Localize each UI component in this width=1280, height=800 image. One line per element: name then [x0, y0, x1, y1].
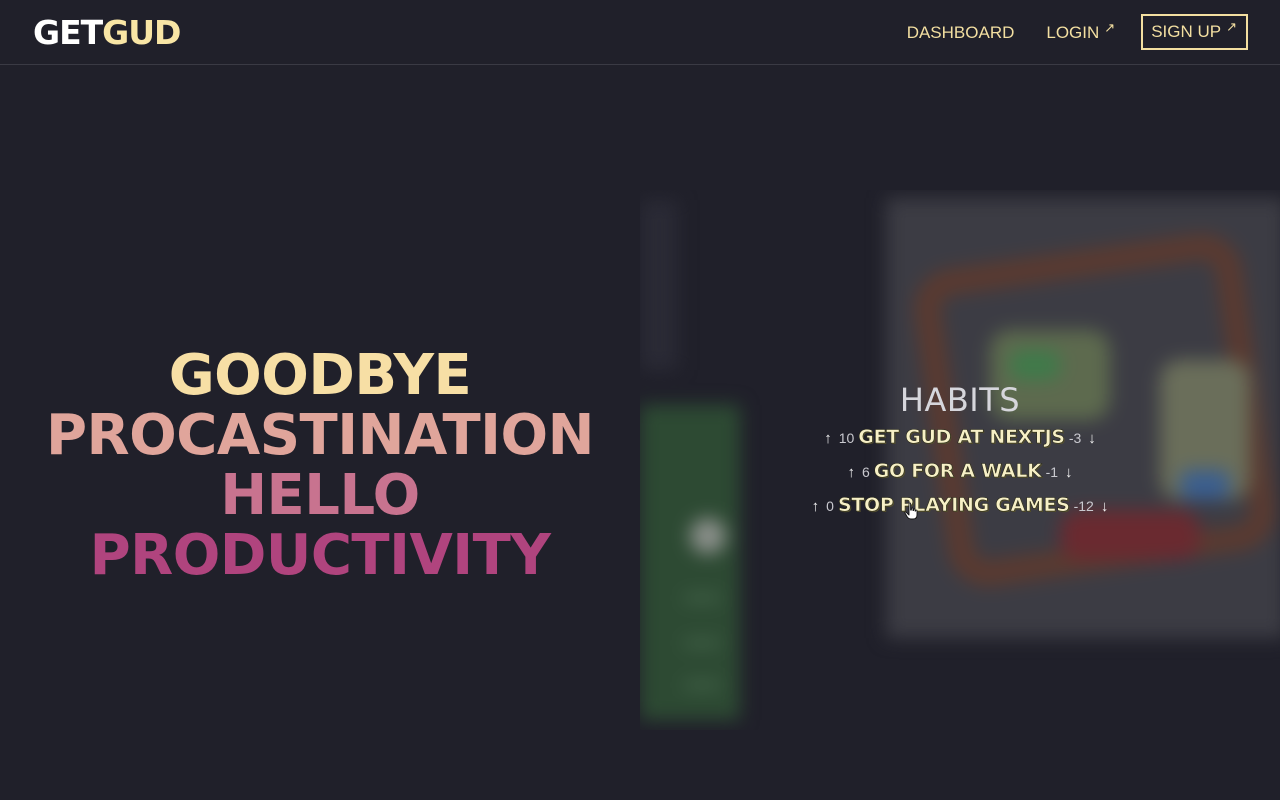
habits-title: HABITS [899, 381, 1021, 419]
logo-part-gud: GUD [102, 12, 181, 52]
habit-down-count: -1 [1045, 464, 1059, 480]
arrow-down-icon[interactable]: ↓ [1088, 422, 1096, 456]
habit-row: ↑ 0 STOP PLAYING GAMES -12 ↓ [640, 488, 1280, 522]
habit-name: STOP PLAYING GAMES [837, 494, 1071, 517]
habit-up-count: 0 [826, 498, 834, 514]
signup-button[interactable]: SIGN UP ↗ [1141, 14, 1248, 50]
arrow-up-icon[interactable]: ↑ [847, 456, 855, 490]
habit-down-count: -12 [1073, 498, 1094, 514]
nav-links: DASHBOARD LOGIN ↗ SIGN UP ↗ [875, 14, 1248, 50]
arrow-down-icon[interactable]: ↓ [1065, 456, 1073, 490]
habit-row: ↑ 6 GO FOR A WALK -1 ↓ [640, 454, 1280, 488]
external-link-icon: ↗ [1226, 19, 1237, 34]
hero-line-procastination: PROCASTINATION [46, 403, 594, 468]
habit-name: GET GUD AT NEXTJS [858, 426, 1065, 449]
logo-part-get: GET [33, 12, 103, 52]
habit-row: ↑ 10 GET GUD AT NEXTJS -3 ↓ [640, 420, 1280, 454]
dashboard-link[interactable]: DASHBOARD [907, 24, 1015, 41]
habit-name: GO FOR A WALK [873, 460, 1042, 483]
hero-line-hello: HELLO [220, 463, 420, 528]
hand-cursor-icon [904, 502, 918, 520]
hero-line-productivity: PRODUCTIVITY [89, 523, 551, 588]
habits-panel: HABITS ↑ 10 GET GUD AT NEXTJS -3 ↓ ↑ 6 G… [640, 380, 1280, 522]
hero-headline: GOODBYE PROCASTINATION HELLO PRODUCTIVIT… [0, 346, 640, 586]
external-link-icon: ↗ [1104, 19, 1116, 35]
navbar: GETGUD DASHBOARD LOGIN ↗ SIGN UP ↗ [0, 0, 1280, 65]
dashboard-link-label: DASHBOARD [906, 22, 1015, 42]
logo[interactable]: GETGUD [33, 12, 181, 52]
habit-down-count: -3 [1068, 430, 1082, 446]
hero-line-goodbye: GOODBYE [168, 343, 472, 408]
arrow-up-icon[interactable]: ↑ [812, 490, 820, 524]
signup-button-label: SIGN UP [1151, 22, 1222, 41]
habit-up-count: 6 [861, 464, 870, 480]
arrow-down-icon[interactable]: ↓ [1101, 490, 1109, 524]
login-link[interactable]: LOGIN ↗ [1046, 19, 1116, 42]
login-link-label: LOGIN [1046, 22, 1100, 42]
habit-up-count: 10 [838, 430, 855, 446]
arrow-up-icon[interactable]: ↑ [824, 422, 832, 456]
